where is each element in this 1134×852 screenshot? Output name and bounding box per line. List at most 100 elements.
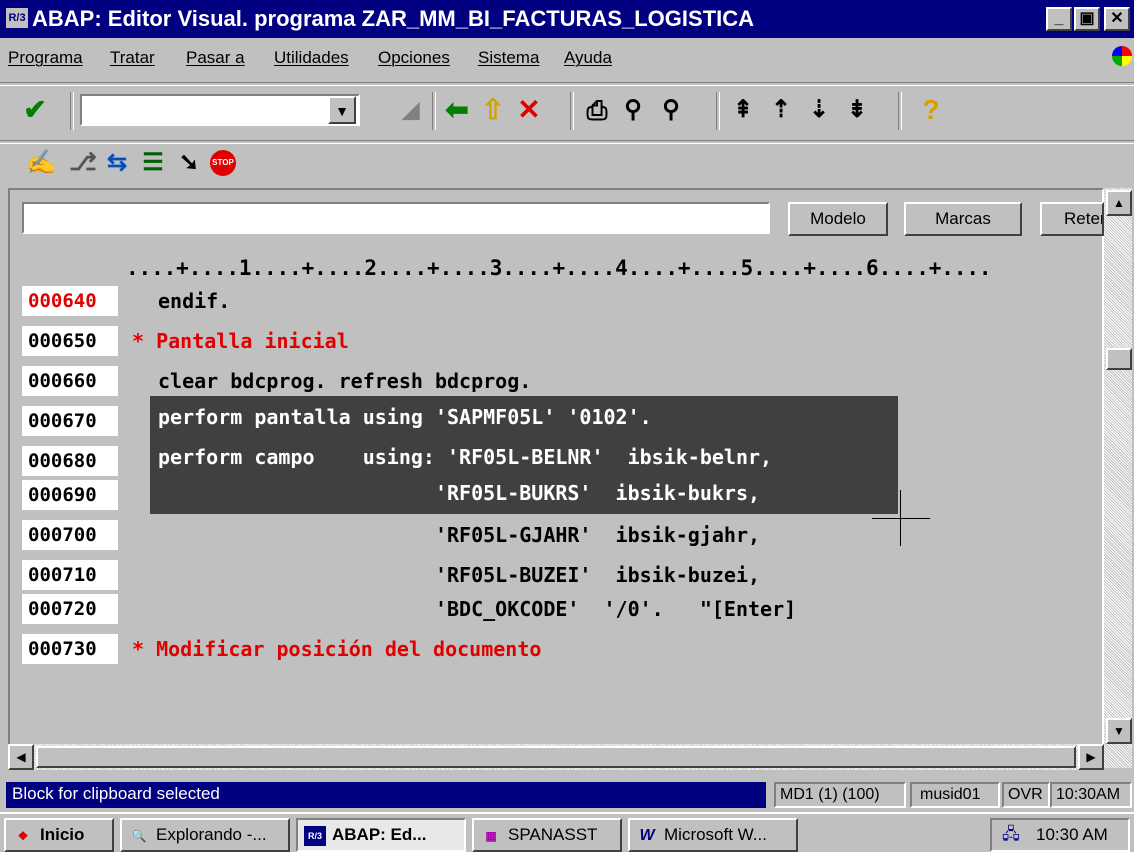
marcas-button[interactable]: Marcas	[904, 202, 1022, 236]
pointer-icon[interactable]: ➘	[174, 146, 204, 180]
taskbar-item-label: ABAP: Ed...	[332, 825, 427, 844]
line-number[interactable]: 000670	[22, 406, 118, 436]
modelo-button[interactable]: Modelo	[788, 202, 888, 236]
code-line[interactable]: 'RF05L-BUZEI' ibsik-buzei,	[158, 560, 760, 590]
code-line-selected[interactable]: 'RF05L-BUKRS' ibsik-bukrs,	[158, 478, 760, 508]
taskbar-clock[interactable]: 10:30 AM	[1036, 825, 1108, 844]
enter-checkmark-icon[interactable]: ✔	[18, 92, 52, 128]
menu-programa[interactable]: Programa	[8, 48, 83, 68]
network-icon[interactable]: 🖧	[1002, 824, 1026, 846]
print-icon[interactable]: ⎙	[580, 92, 614, 128]
toolbar-separator	[898, 92, 902, 130]
close-button[interactable]: ✕	[1104, 7, 1130, 31]
code-line-comment[interactable]: * Modificar posición del documento	[132, 634, 541, 664]
menu-utilidades[interactable]: Utilidades	[274, 48, 349, 68]
code-line-comment[interactable]: * Pantalla inicial	[132, 326, 349, 356]
system-status-icon[interactable]	[1112, 46, 1132, 66]
code-line[interactable]: 'RF05L-GJAHR' ibsik-gjahr,	[158, 520, 760, 550]
taskbar-item-label: Explorando -...	[156, 825, 267, 844]
toolbar-separator	[432, 92, 436, 130]
menu-opciones[interactable]: Opciones	[378, 48, 450, 68]
code-line-selected[interactable]: perform campo using: 'RF05L-BELNR' ibsik…	[158, 442, 772, 472]
vertical-scrollbar[interactable]	[1104, 188, 1132, 768]
menu-bar: Programa Tratar Pasar a Utilidades Opcio…	[0, 38, 1134, 78]
taskbar-item-label: Microsoft W...	[664, 825, 767, 844]
status-time: 10:30AM	[1050, 782, 1132, 808]
display-object-list-icon[interactable]: ☰	[138, 146, 168, 180]
last-page-icon[interactable]: ⇟	[840, 92, 874, 128]
sap-r3-icon: R/3	[304, 826, 326, 846]
help-icon[interactable]: ?	[914, 92, 948, 128]
minimize-button[interactable]: _	[1046, 7, 1072, 31]
menu-ayuda[interactable]: Ayuda	[564, 48, 612, 68]
taskbar-item-word[interactable]: W Microsoft W...	[628, 818, 798, 852]
toolbar-divider	[0, 140, 1134, 144]
scroll-right-icon[interactable]: ▶	[1078, 744, 1104, 770]
maximize-button[interactable]: ▣	[1074, 7, 1100, 31]
code-line[interactable]: endif.	[158, 286, 230, 316]
code-line[interactable]: clear bdcprog. refresh bdcprog.	[158, 366, 531, 396]
line-number[interactable]: 000650	[22, 326, 118, 356]
toolbar-divider	[0, 82, 1134, 86]
find-icon[interactable]: ⚲	[616, 92, 650, 128]
toolbar-separator	[70, 92, 74, 130]
window-title: ABAP: Editor Visual. programa ZAR_MM_BI_…	[32, 6, 755, 31]
system-tray: 🖧 10:30 AM	[990, 818, 1130, 852]
scroll-left-icon[interactable]: ◀	[8, 744, 34, 770]
start-label: Inicio	[40, 825, 85, 844]
previous-page-icon[interactable]: ⇡	[764, 92, 798, 128]
crosshair-cursor-icon	[900, 490, 901, 546]
next-page-icon[interactable]: ⇣	[802, 92, 836, 128]
line-number[interactable]: 000660	[22, 366, 118, 396]
crosshair-cursor-icon	[872, 518, 930, 519]
spanasst-icon: ▦	[485, 829, 497, 843]
line-number[interactable]: 000690	[22, 480, 118, 510]
code-line[interactable]: 'BDC_OKCODE' '/0'. "[Enter]	[158, 594, 796, 624]
cancel-icon[interactable]: ✕	[512, 92, 546, 128]
line-number[interactable]: 000700	[22, 520, 118, 550]
editor-find-input[interactable]	[22, 202, 770, 234]
scroll-up-icon[interactable]: ▲	[1106, 190, 1132, 216]
toolbar-separator	[716, 92, 720, 130]
exit-icon[interactable]: ⇧	[476, 92, 510, 128]
line-number[interactable]: 000730	[22, 634, 118, 664]
title-bar[interactable]: R/3 ABAP: Editor Visual. programa ZAR_MM…	[0, 0, 1134, 38]
back-arrow-icon[interactable]: ⬅	[440, 92, 474, 128]
taskbar-item-spanasst[interactable]: ▦ SPANASST	[472, 818, 622, 852]
explorer-icon: 🔍	[131, 829, 147, 843]
command-field[interactable]	[80, 94, 360, 126]
stop-icon[interactable]: STOP	[210, 150, 236, 176]
windows-logo-icon: ❖	[17, 829, 29, 843]
taskbar-item-label: SPANASST	[508, 825, 598, 844]
status-mode[interactable]: OVR	[1002, 782, 1050, 808]
line-number[interactable]: 000720	[22, 594, 118, 624]
scroll-down-icon[interactable]: ▼	[1106, 718, 1132, 744]
word-icon: W	[639, 827, 655, 844]
menu-sistema[interactable]: Sistema	[478, 48, 539, 68]
sap-r3-icon[interactable]: R/3	[6, 8, 28, 28]
check-syntax-icon[interactable]: ✍	[26, 146, 56, 180]
command-field-dropdown-icon[interactable]: ▼	[328, 96, 356, 124]
line-number[interactable]: 000640	[22, 286, 118, 316]
status-user[interactable]: musid01	[910, 782, 1000, 808]
status-system[interactable]: MD1 (1) (100)	[774, 782, 906, 808]
reten-button[interactable]: Reten	[1040, 202, 1104, 236]
status-message: Block for clipboard selected	[6, 782, 766, 808]
find-next-icon[interactable]: ⚲	[654, 92, 688, 128]
taskbar-item-abap[interactable]: R/3 ABAP: Ed...	[296, 818, 466, 852]
taskbar-item-explorer[interactable]: 🔍 Explorando -...	[120, 818, 290, 852]
code-line-selected[interactable]: perform pantalla using 'SAPMF05L' '0102'…	[158, 402, 652, 432]
toolbar-separator	[570, 92, 574, 130]
save-icon[interactable]: ◢	[394, 92, 428, 128]
navigate-icon[interactable]: ⇆	[102, 146, 132, 180]
first-page-icon[interactable]: ⇞	[726, 92, 760, 128]
column-ruler: ....+....1....+....2....+....3....+....4…	[126, 256, 992, 280]
start-button[interactable]: ❖ Inicio	[4, 818, 114, 852]
line-number[interactable]: 000680	[22, 446, 118, 476]
line-number[interactable]: 000710	[22, 560, 118, 590]
menu-pasar-a[interactable]: Pasar a	[186, 48, 245, 68]
vertical-scroll-thumb[interactable]	[1106, 348, 1132, 370]
menu-tratar[interactable]: Tratar	[110, 48, 155, 68]
horizontal-scroll-thumb[interactable]	[36, 746, 1076, 768]
where-used-icon[interactable]: ⎇	[68, 146, 98, 180]
